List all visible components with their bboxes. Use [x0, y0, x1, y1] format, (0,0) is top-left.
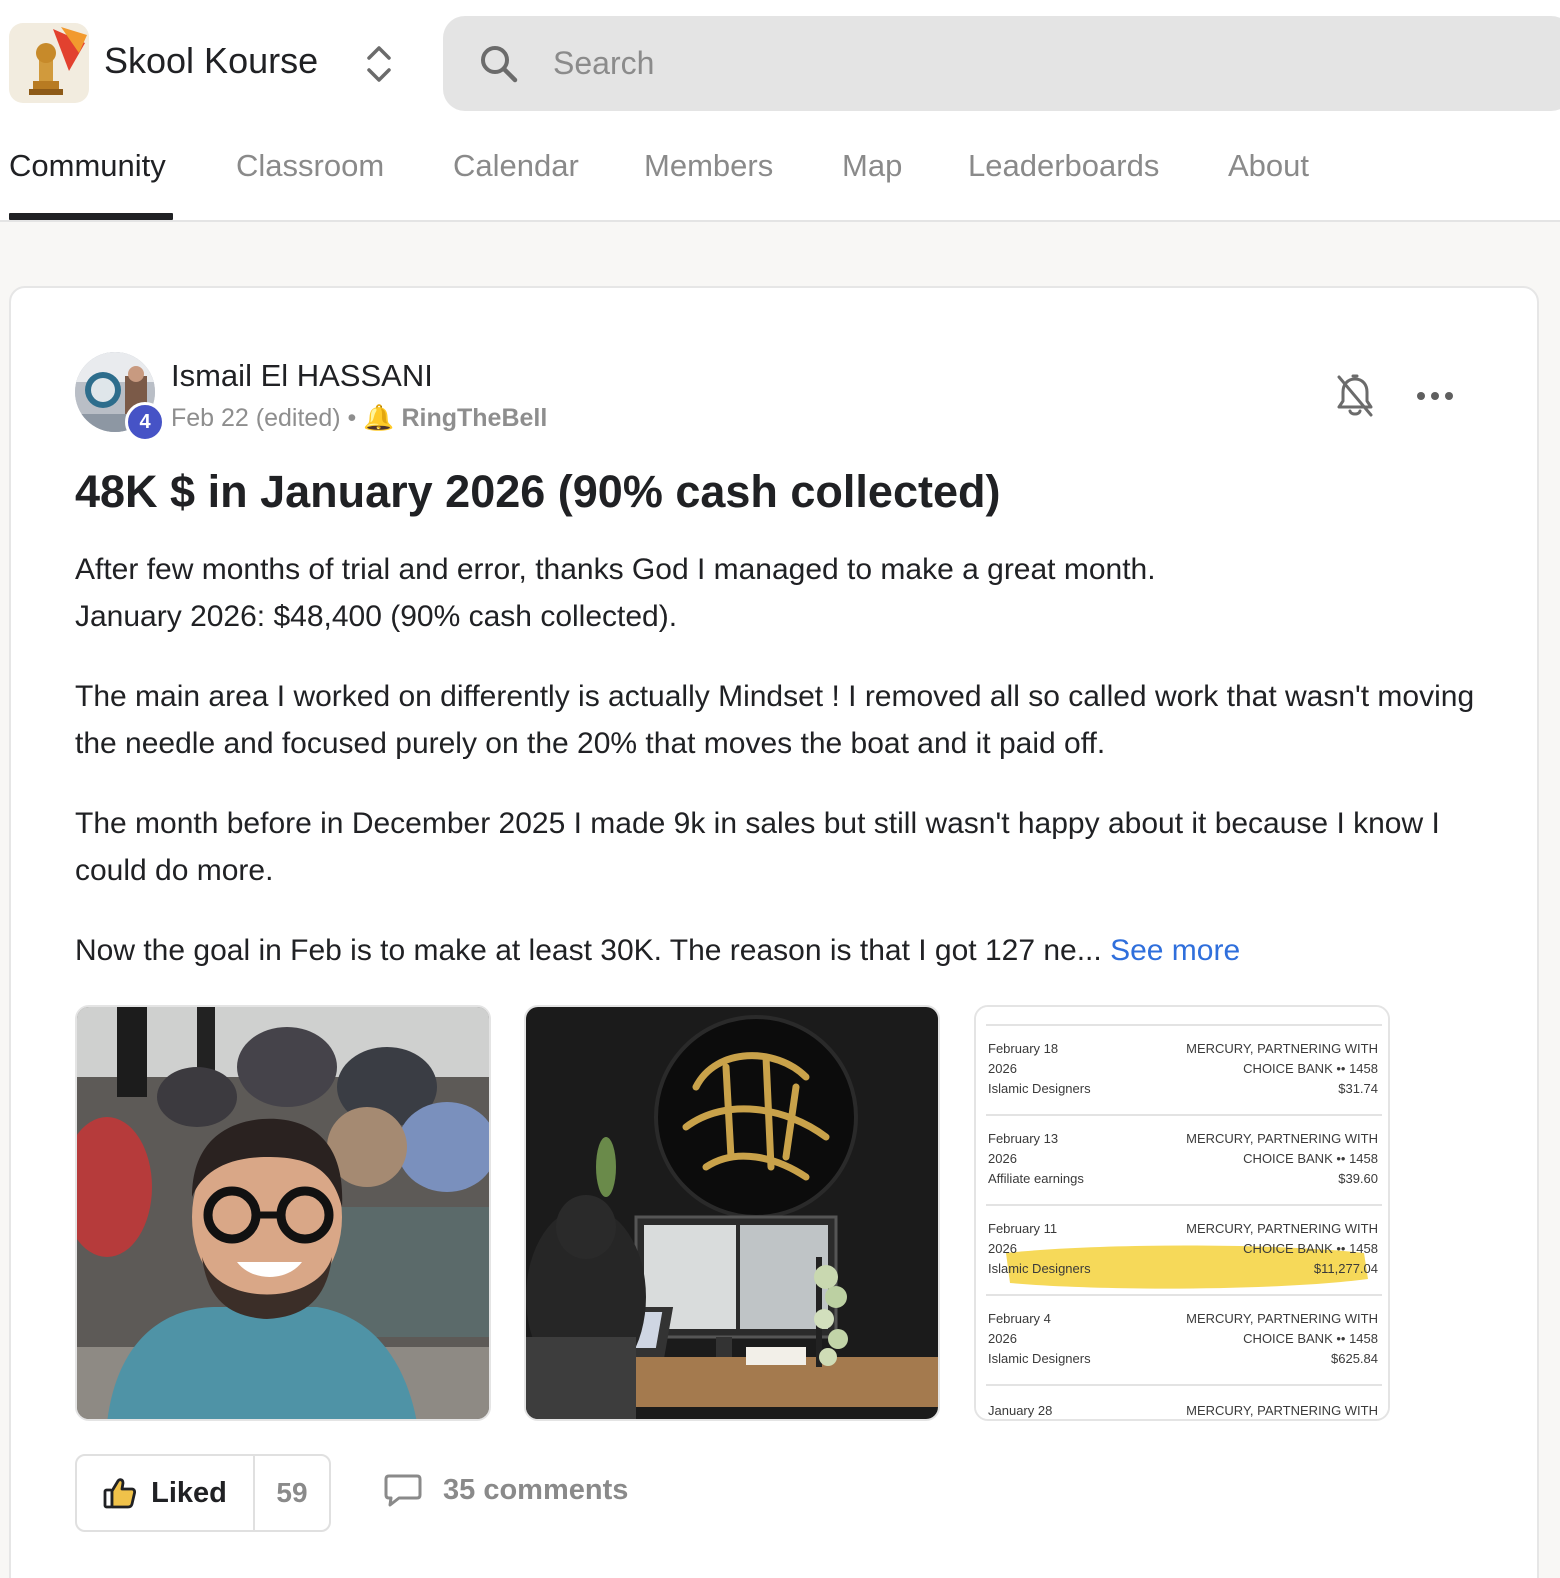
row-bank-line1: MERCURY, PARTNERING WITH — [1186, 1131, 1378, 1146]
chevron-up-down-icon[interactable] — [362, 42, 396, 86]
post-body: After few months of trial and error, tha… — [75, 546, 1475, 1007]
row-source: Islamic Designers — [988, 1081, 1091, 1096]
row-bank-line1: MERCURY, PARTNERING WITH — [1186, 1311, 1378, 1326]
tab-map[interactable]: Map — [842, 148, 902, 184]
post-date: Feb 22 (edited) — [171, 404, 341, 432]
row-year: 2026 — [988, 1241, 1017, 1256]
post-title[interactable]: 48K $ in January 2026 (90% cash collecte… — [75, 466, 1000, 518]
row-bank-line1: MERCURY, PARTNERING WITH — [1186, 1403, 1378, 1418]
like-control: Liked 59 — [75, 1454, 331, 1532]
row-bank-line2: CHOICE BANK •• 1458 — [1243, 1241, 1378, 1256]
post-paragraph: The month before in December 2025 I made… — [75, 807, 1440, 887]
post-card[interactable]: 4 Ismail El HASSANI Feb 22 (edited) • 🔔 … — [9, 286, 1539, 1578]
comments-count: 35 comments — [443, 1473, 629, 1506]
tab-members[interactable]: Members — [644, 148, 773, 184]
post-paragraph: After few months of trial and error, tha… — [75, 553, 1156, 633]
author-name[interactable]: Ismail El HASSANI — [171, 358, 433, 394]
tab-about[interactable]: About — [1228, 148, 1309, 184]
row-bank-line1: MERCURY, PARTNERING WITH — [1186, 1041, 1378, 1056]
bell-off-icon[interactable] — [1336, 374, 1374, 418]
row-amount: $39.60 — [1338, 1171, 1378, 1186]
like-count[interactable]: 59 — [255, 1456, 329, 1530]
like-button[interactable]: Liked — [77, 1456, 255, 1530]
nav-tabs: Community Classroom Calendar Members Map… — [0, 126, 1560, 222]
post-image-desk[interactable] — [524, 1005, 940, 1421]
search-bar[interactable] — [443, 16, 1560, 111]
row-date: February 18 — [988, 1041, 1058, 1056]
row-amount: $11,277.04 — [1314, 1261, 1378, 1276]
level-badge: 4 — [125, 402, 165, 442]
top-bar: Skool Kourse — [0, 0, 1560, 126]
tab-leaderboards[interactable]: Leaderboards — [968, 148, 1159, 184]
row-amount: $31.74 — [1338, 1081, 1378, 1096]
row-date: February 4 — [988, 1311, 1051, 1326]
community-name[interactable]: Skool Kourse — [104, 40, 318, 82]
tab-calendar[interactable]: Calendar — [453, 148, 579, 184]
like-label: Liked — [151, 1476, 227, 1509]
row-year: 2026 — [988, 1331, 1017, 1346]
row-date: February 13 — [988, 1131, 1058, 1146]
thumbs-up-icon — [103, 1478, 137, 1509]
see-more-link[interactable]: See more — [1110, 934, 1240, 967]
row-bank-line1: MERCURY, PARTNERING WITH — [1186, 1221, 1378, 1236]
post-image-statement[interactable]: February 18 2026 Islamic Designers MERCU… — [974, 1005, 1390, 1421]
post-paragraph-truncated: Now the goal in Feb is to make at least … — [75, 927, 1475, 974]
row-amount: $625.84 — [1331, 1351, 1378, 1366]
post-image-selfie[interactable] — [75, 1005, 491, 1421]
comments-link[interactable]: 35 comments — [383, 1472, 628, 1508]
comment-icon — [384, 1474, 422, 1507]
row-date: January 28 — [988, 1403, 1052, 1418]
tab-community[interactable]: Community — [9, 148, 166, 184]
post-meta: Feb 22 (edited) • 🔔 RingTheBell — [171, 404, 547, 433]
row-date: February 11 — [988, 1221, 1057, 1236]
row-source: Islamic Designers — [988, 1261, 1091, 1276]
meta-separator: • — [347, 404, 357, 432]
row-bank-line2: CHOICE BANK •• 1458 — [1243, 1061, 1378, 1076]
row-bank-line2: CHOICE BANK •• 1458 — [1243, 1151, 1378, 1166]
row-source: Islamic Designers — [988, 1351, 1091, 1366]
truncated-text: Now the goal in Feb is to make at least … — [75, 934, 1102, 967]
tab-classroom[interactable]: Classroom — [236, 148, 384, 184]
active-tab-indicator — [9, 213, 173, 220]
community-logo[interactable] — [9, 23, 89, 103]
row-year: 2026 — [988, 1151, 1017, 1166]
post-paragraph: The main area I worked on differently is… — [75, 680, 1475, 760]
search-input[interactable] — [553, 38, 1453, 88]
bell-emoji-icon: 🔔 — [363, 404, 395, 432]
more-horizontal-icon[interactable] — [1415, 386, 1455, 406]
row-source: Affiliate earnings — [988, 1171, 1084, 1186]
row-bank-line2: CHOICE BANK •• 1458 — [1243, 1331, 1378, 1346]
row-year: 2026 — [988, 1061, 1017, 1076]
post-category[interactable]: RingTheBell — [401, 404, 547, 433]
search-icon — [477, 42, 521, 86]
